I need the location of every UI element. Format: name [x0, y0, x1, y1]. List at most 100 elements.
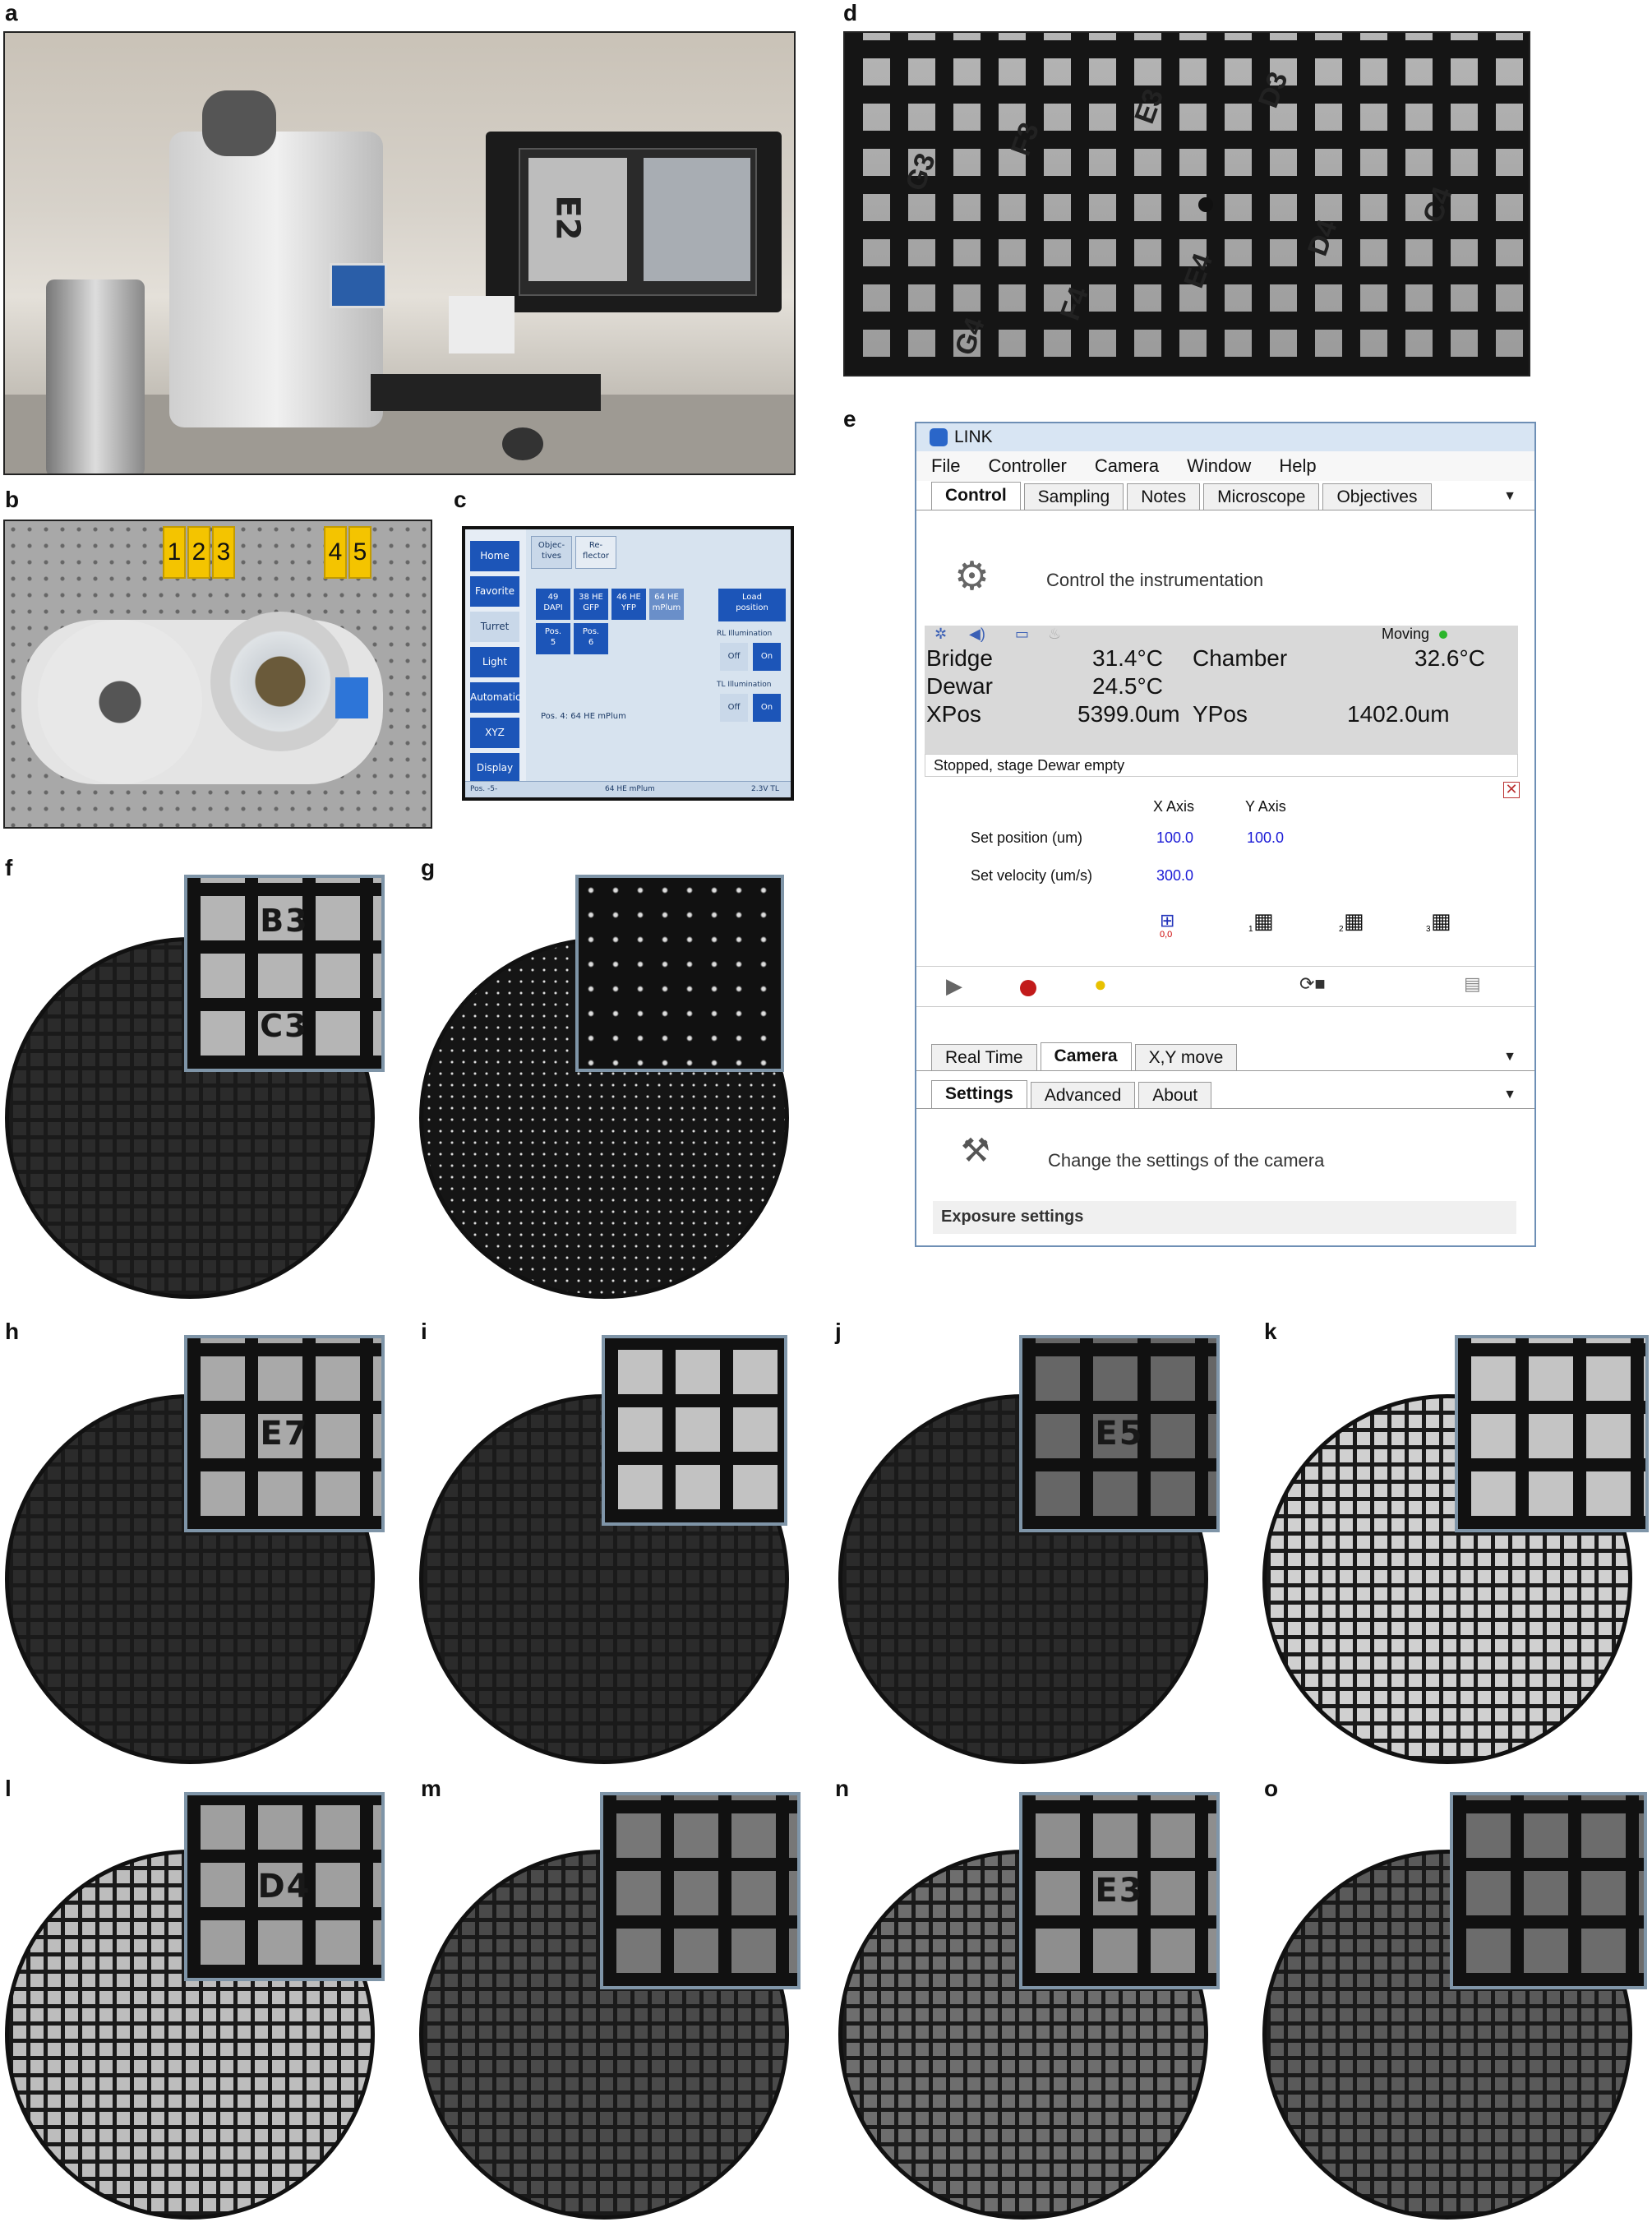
menu-controller[interactable]: Controller	[988, 455, 1066, 477]
panel-label-c: c	[454, 487, 467, 512]
status-position: Pos. -5-	[470, 785, 498, 793]
objective-button[interactable]: 49 DAPI	[536, 589, 570, 620]
objective-button[interactable]: 38 HE GFP	[574, 589, 608, 620]
bridge-value: 31.4°C	[1092, 645, 1163, 671]
tl-on-button[interactable]: On	[753, 694, 781, 722]
settings-icon[interactable]: ✲	[934, 626, 947, 643]
home-position-icon[interactable]: ⊞	[1160, 910, 1174, 931]
play-icon[interactable]: ▶	[946, 973, 962, 999]
tab-notes[interactable]: Notes	[1127, 483, 1201, 510]
tab-reflector[interactable]: Re- flector	[575, 536, 616, 569]
objective-button[interactable]: 64 HE mPlum	[649, 589, 684, 620]
cable-tag: 2	[187, 526, 210, 579]
controller-box	[449, 296, 515, 353]
menu-camera[interactable]: Camera	[1095, 455, 1159, 477]
close-icon[interactable]: ✕	[1503, 782, 1520, 798]
position-button[interactable]: Pos. 6	[574, 623, 608, 654]
tl-off-button[interactable]: Off	[720, 694, 748, 722]
tab-objectives[interactable]: Objectives	[1322, 483, 1432, 510]
exposure-settings-header: Exposure settings	[933, 1201, 1516, 1234]
grid-inset-o	[1450, 1792, 1647, 1989]
grid-2-icon[interactable]: ▦	[1344, 908, 1364, 934]
touch-status-bar: Pos. -5- 64 HE mPlum 2.3V TL	[465, 781, 791, 797]
grid-square-label: E3	[1128, 85, 1170, 128]
touch-favorite-button[interactable]: Favorite	[470, 576, 519, 607]
load-position-button[interactable]: Load position	[718, 589, 786, 621]
tabs-dropdown-icon[interactable]: ▼	[1503, 489, 1516, 504]
menu-file[interactable]: File	[931, 455, 960, 477]
position-button[interactable]: Pos. 5	[536, 623, 570, 654]
grid-square-label: E4	[1178, 249, 1220, 293]
grid-inset-i	[602, 1335, 787, 1526]
cable-tag: 4	[324, 526, 347, 579]
camera-tabs-dropdown-icon[interactable]: ▼	[1503, 1050, 1516, 1065]
link-app-icon	[930, 428, 948, 446]
objective-button[interactable]: 46 HE YFP	[611, 589, 646, 620]
tab-objectives[interactable]: Objec- tives	[531, 536, 572, 569]
grid-2-caption: 2	[1339, 925, 1344, 934]
dewar-label: Dewar	[926, 673, 993, 699]
xpos-label: XPos	[926, 701, 981, 727]
menu-help[interactable]: Help	[1279, 455, 1316, 477]
grid-inset-n: E3	[1019, 1792, 1220, 1989]
cable-tag: 5	[348, 526, 371, 579]
set-velocity-label: Set velocity (um/s)	[971, 867, 1093, 884]
gears-icon: ⚙	[954, 555, 990, 598]
touch-display-button[interactable]: Display	[470, 753, 519, 783]
chamber-label: Chamber	[1193, 645, 1288, 671]
grid-square-label: D4	[1301, 215, 1344, 261]
toolbar: ▶ ● ⟳■ ▤	[916, 966, 1534, 1007]
touch-home-button[interactable]: Home	[470, 541, 519, 571]
microscope-touch-screen: Home Favorite Turret Light Automatic XYZ…	[462, 526, 794, 801]
menu-bar: File Controller Camera Window Help	[916, 451, 1534, 481]
tab-advanced[interactable]: Advanced	[1030, 1082, 1136, 1108]
sync-icon[interactable]: ⟳■	[1299, 973, 1326, 995]
tab-control[interactable]: Control	[931, 482, 1021, 510]
window-title: LINK	[954, 427, 993, 446]
monitor-icon[interactable]: ▭	[1015, 626, 1029, 643]
panel-label-n: n	[835, 1776, 850, 1801]
set-position-x-input[interactable]: 100.0	[1156, 829, 1193, 847]
grid-square-label: G3	[899, 149, 942, 196]
cable-tag: 1	[163, 526, 186, 579]
sample-window	[210, 612, 350, 751]
set-position-y-input[interactable]: 100.0	[1247, 829, 1284, 847]
grid-inset-label: E5	[1095, 1415, 1144, 1453]
touch-xyz-button[interactable]: XYZ	[470, 718, 519, 748]
touch-light-button[interactable]: Light	[470, 647, 519, 677]
set-velocity-x-input[interactable]: 300.0	[1156, 867, 1193, 885]
ypos-value: 1402.0um	[1347, 701, 1450, 727]
grid-square-label: F4	[1054, 283, 1096, 325]
thermometer-icon[interactable]: ♨	[1048, 626, 1061, 643]
grid-inset-j: E5	[1019, 1335, 1220, 1532]
monitor-screen: E2	[519, 148, 757, 296]
grid-3-icon[interactable]: ▦	[1431, 908, 1451, 934]
rl-off-button[interactable]: Off	[720, 643, 748, 671]
panel-label-m: m	[421, 1776, 441, 1801]
tab-camera[interactable]: Camera	[1040, 1042, 1132, 1070]
microscope-touchpad	[330, 263, 387, 308]
tab-xy-move[interactable]: X,Y move	[1134, 1044, 1238, 1070]
panel-label-i: i	[421, 1319, 427, 1344]
grid-center-mark	[1198, 197, 1213, 212]
xpos-value: 5399.0um	[1077, 701, 1180, 727]
rl-on-button[interactable]: On	[753, 643, 781, 671]
record-icon[interactable]	[1020, 980, 1036, 996]
lightbulb-icon[interactable]: ●	[1094, 972, 1107, 997]
tab-sampling[interactable]: Sampling	[1023, 483, 1124, 510]
tab-microscope[interactable]: Microscope	[1203, 483, 1320, 510]
layers-icon[interactable]: ▤	[1464, 973, 1481, 995]
tab-real-time[interactable]: Real Time	[931, 1044, 1037, 1070]
panel-label-l: l	[5, 1776, 12, 1801]
touch-turret-button[interactable]: Turret	[470, 612, 519, 642]
speaker-icon[interactable]: ◀)	[969, 626, 985, 643]
settings-tabs-dropdown-icon[interactable]: ▼	[1503, 1088, 1516, 1102]
tab-settings[interactable]: Settings	[931, 1080, 1027, 1108]
menu-window[interactable]: Window	[1187, 455, 1251, 477]
touch-automatic-button[interactable]: Automatic	[470, 682, 521, 713]
panel-label-j: j	[835, 1319, 842, 1344]
grid-square-label: G4	[948, 313, 991, 360]
stage-status-text: Stopped, stage Dewar empty	[934, 757, 1125, 774]
grid-1-icon[interactable]: ▦	[1253, 908, 1274, 934]
tab-about[interactable]: About	[1138, 1082, 1212, 1108]
